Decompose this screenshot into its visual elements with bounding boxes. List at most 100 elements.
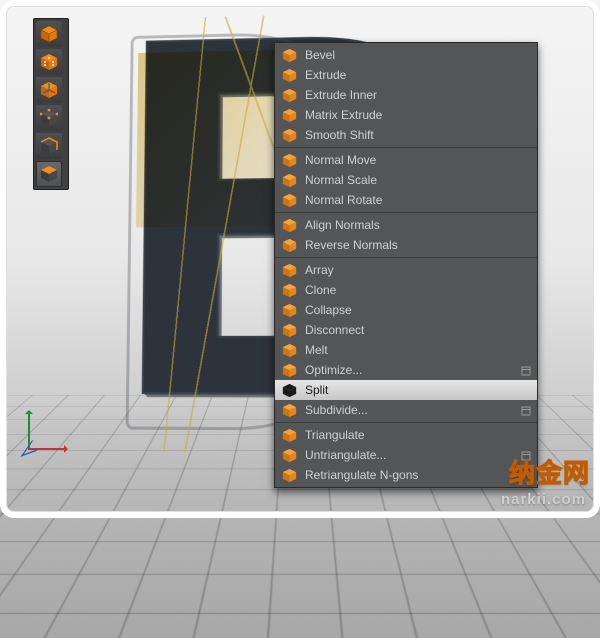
menu-item-label: Align Normals bbox=[305, 218, 513, 232]
texture-mode-button[interactable] bbox=[36, 49, 62, 75]
submenu-indicator-icon bbox=[521, 345, 531, 355]
extrude-inner-icon bbox=[281, 87, 297, 103]
menu-separator bbox=[275, 147, 537, 148]
watermark-cn: 纳金网 bbox=[509, 453, 590, 490]
menu-item-reverse-normals[interactable]: Reverse Normals bbox=[275, 235, 537, 255]
menu-item-optimize[interactable]: Optimize... bbox=[275, 360, 537, 380]
menu-item-melt[interactable]: Melt bbox=[275, 340, 537, 360]
split-icon bbox=[281, 382, 297, 398]
menu-separator bbox=[275, 257, 537, 258]
submenu-indicator-icon bbox=[521, 90, 531, 100]
menu-item-split[interactable]: Split bbox=[275, 380, 537, 400]
menu-item-label: Split bbox=[305, 383, 513, 397]
submenu-indicator-icon bbox=[521, 110, 531, 120]
menu-item-label: Normal Scale bbox=[305, 173, 513, 187]
submenu-indicator-icon bbox=[521, 155, 531, 165]
submenu-indicator-icon bbox=[521, 285, 531, 295]
watermark-site: narkii.com bbox=[501, 491, 586, 508]
cube-point-icon bbox=[40, 109, 58, 127]
submenu-indicator-icon bbox=[521, 325, 531, 335]
axis-z bbox=[20, 435, 47, 457]
melt-icon bbox=[281, 342, 297, 358]
menu-item-label: Melt bbox=[305, 343, 513, 357]
menu-item-label: Retriangulate N-gons bbox=[305, 468, 513, 482]
submenu-indicator-icon bbox=[521, 50, 531, 60]
watermark: 纳金网 narkii.com bbox=[501, 491, 586, 508]
submenu-indicator-icon bbox=[521, 130, 531, 140]
polygon-context-menu[interactable]: Bevel Extrude Extrude Inner Matrix Extrude S… bbox=[274, 42, 538, 488]
cube-edge-icon bbox=[40, 137, 58, 155]
disconnect-icon bbox=[281, 322, 297, 338]
matrix-extrude-icon bbox=[281, 107, 297, 123]
submenu-indicator-icon bbox=[521, 240, 531, 250]
menu-item-array[interactable]: Array bbox=[275, 260, 537, 280]
menu-item-clone[interactable]: Clone bbox=[275, 280, 537, 300]
submenu-indicator-icon bbox=[521, 365, 531, 375]
polygon-mode-button[interactable] bbox=[36, 161, 62, 187]
menu-item-disconnect[interactable]: Disconnect bbox=[275, 320, 537, 340]
menu-item-label: Reverse Normals bbox=[305, 238, 513, 252]
menu-item-subdivide[interactable]: Subdivide... bbox=[275, 400, 537, 420]
menu-item-smooth-shift[interactable]: Smooth Shift bbox=[275, 125, 537, 145]
menu-item-label: Optimize... bbox=[305, 363, 513, 377]
normal-scale-icon bbox=[281, 172, 297, 188]
bevel-icon bbox=[281, 47, 297, 63]
menu-separator bbox=[275, 422, 537, 423]
menu-item-label: Collapse bbox=[305, 303, 513, 317]
menu-item-label: Clone bbox=[305, 283, 513, 297]
menu-item-label: Disconnect bbox=[305, 323, 513, 337]
submenu-indicator-icon bbox=[521, 220, 531, 230]
menu-item-label: Normal Rotate bbox=[305, 193, 513, 207]
menu-item-label: Triangulate bbox=[305, 428, 513, 442]
menu-item-label: Bevel bbox=[305, 48, 513, 62]
submenu-indicator-icon bbox=[521, 385, 531, 395]
axis-gizmo bbox=[24, 398, 80, 454]
menu-item-align-normals[interactable]: Align Normals bbox=[275, 215, 537, 235]
untriangulate-icon bbox=[281, 447, 297, 463]
array-icon bbox=[281, 262, 297, 278]
selection-mode-toolbar bbox=[33, 18, 69, 190]
retriangulate-ngons-icon bbox=[281, 467, 297, 483]
cube-axis-icon bbox=[40, 81, 58, 99]
menu-item-normal-move[interactable]: Normal Move bbox=[275, 150, 537, 170]
menu-item-label: Matrix Extrude bbox=[305, 108, 513, 122]
subdivide-icon bbox=[281, 402, 297, 418]
cube-wire-icon bbox=[40, 25, 58, 43]
menu-item-triangulate[interactable]: Triangulate bbox=[275, 425, 537, 445]
menu-item-matrix-extrude[interactable]: Matrix Extrude bbox=[275, 105, 537, 125]
edge-mode-button[interactable] bbox=[36, 133, 62, 159]
triangulate-icon bbox=[281, 427, 297, 443]
menu-item-label: Array bbox=[305, 263, 513, 277]
submenu-indicator-icon bbox=[521, 70, 531, 80]
menu-item-bevel[interactable]: Bevel bbox=[275, 45, 537, 65]
menu-item-extrude-inner[interactable]: Extrude Inner bbox=[275, 85, 537, 105]
menu-separator bbox=[275, 212, 537, 213]
menu-item-label: Untriangulate... bbox=[305, 448, 513, 462]
menu-item-label: Smooth Shift bbox=[305, 128, 513, 142]
clone-icon bbox=[281, 282, 297, 298]
object-mode-button[interactable] bbox=[36, 77, 62, 103]
menu-item-label: Extrude Inner bbox=[305, 88, 513, 102]
menu-item-extrude[interactable]: Extrude bbox=[275, 65, 537, 85]
normal-move-icon bbox=[281, 152, 297, 168]
cube-dice-icon bbox=[40, 53, 58, 71]
menu-item-collapse[interactable]: Collapse bbox=[275, 300, 537, 320]
align-normals-icon bbox=[281, 217, 297, 233]
menu-item-label: Normal Move bbox=[305, 153, 513, 167]
cube-face-icon bbox=[40, 165, 58, 183]
model-mode-button[interactable] bbox=[36, 21, 62, 47]
normal-rotate-icon bbox=[281, 192, 297, 208]
point-mode-button[interactable] bbox=[36, 105, 62, 131]
collapse-icon bbox=[281, 302, 297, 318]
menu-item-normal-rotate[interactable]: Normal Rotate bbox=[275, 190, 537, 210]
menu-item-label: Extrude bbox=[305, 68, 513, 82]
submenu-indicator-icon bbox=[521, 195, 531, 205]
submenu-indicator-icon bbox=[521, 305, 531, 315]
menu-item-normal-scale[interactable]: Normal Scale bbox=[275, 170, 537, 190]
submenu-indicator-icon bbox=[521, 265, 531, 275]
optimize-icon bbox=[281, 362, 297, 378]
menu-item-untriangulate[interactable]: Untriangulate... bbox=[275, 445, 537, 465]
reverse-normals-icon bbox=[281, 237, 297, 253]
extrude-icon bbox=[281, 67, 297, 83]
menu-item-retriangulate-n-gons[interactable]: Retriangulate N-gons bbox=[275, 465, 537, 485]
